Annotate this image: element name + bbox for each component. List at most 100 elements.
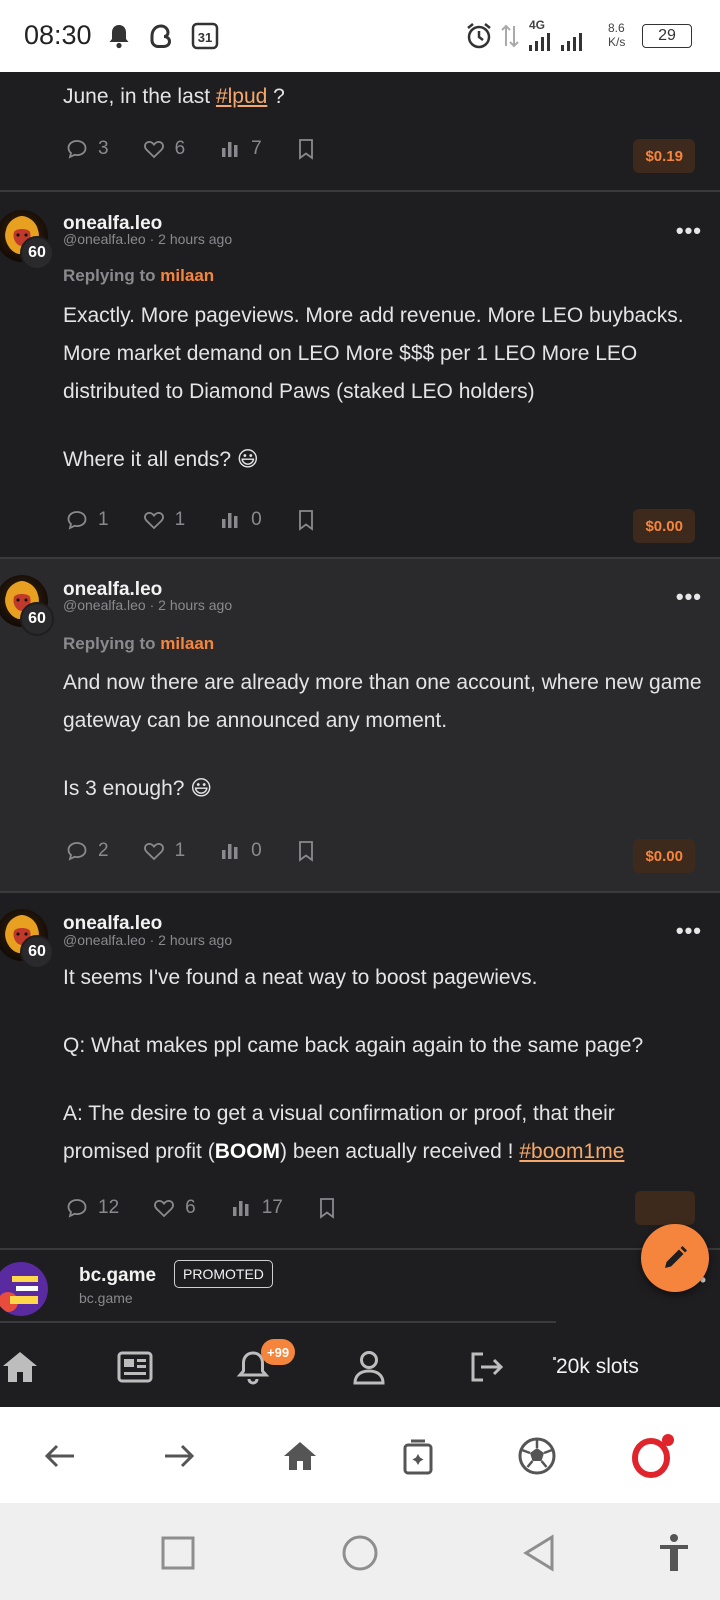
data-transfer-icon (500, 20, 520, 52)
like-button[interactable]: 6 (153, 1197, 196, 1219)
more-options-button[interactable]: ••• (676, 918, 702, 944)
post-actions: 3 6 7 (66, 138, 360, 160)
payout-badge[interactable]: $0.00 (633, 509, 695, 543)
user-handle-time: @onealfa.leo · 2 hours ago (63, 597, 233, 613)
home-icon (3, 1352, 37, 1382)
browser-home-button[interactable] (275, 1431, 325, 1481)
post-card[interactable]: 60 onealfa.leo @onealfa.leo · 2 hours ag… (0, 192, 720, 559)
bookmark-button[interactable] (296, 509, 326, 531)
reputation-badge: 60 (20, 236, 54, 270)
tabs-icon (403, 1439, 433, 1475)
nav-home[interactable] (0, 1345, 42, 1389)
payout-badge[interactable]: $0.19 (633, 139, 695, 173)
post-card[interactable]: June, in the last #lpud ? 3 6 7 $0.19 (0, 72, 720, 192)
heart-icon (143, 511, 164, 530)
recent-apps-button[interactable] (156, 1531, 200, 1575)
bookmark-button[interactable] (296, 840, 326, 862)
browser-football-button[interactable] (512, 1431, 562, 1481)
browser-forward-button[interactable] (154, 1431, 204, 1481)
bookmark-icon (319, 1198, 334, 1219)
signal-strength-icon (527, 26, 597, 58)
promoted-avatar[interactable] (0, 1262, 48, 1316)
payout-badge[interactable] (635, 1191, 695, 1225)
notification-count-badge: +99 (261, 1339, 296, 1365)
nav-news[interactable] (113, 1345, 157, 1389)
hashtag-link[interactable]: #boom1me (519, 1140, 624, 1163)
reputation-badge: 60 (20, 602, 54, 636)
comment-button[interactable]: 3 (66, 138, 109, 160)
views-stat: 0 (219, 840, 262, 862)
battery-icon: 29 (642, 24, 692, 48)
nav-logout[interactable] (465, 1345, 509, 1389)
bookmark-icon (298, 510, 313, 531)
battery-level: 29 (658, 27, 676, 44)
nav-profile[interactable] (347, 1345, 391, 1389)
opera-logo-icon (632, 1434, 674, 1478)
heart-icon (143, 140, 164, 159)
ad-banner-text[interactable]: 20k slots (556, 1355, 639, 1379)
bookmark-icon (298, 139, 313, 160)
views-stat: 17 (230, 1197, 283, 1219)
opera-menu-button[interactable] (628, 1431, 678, 1481)
system-back-button[interactable] (517, 1531, 561, 1575)
comment-button[interactable]: 1 (66, 509, 109, 531)
status-bar: 08:30 31 4G 8.6 K/s 29 (0, 0, 720, 72)
comment-count: 2 (98, 840, 109, 861)
bookmark-button[interactable] (296, 138, 326, 160)
comment-count: 3 (98, 138, 109, 159)
post-body: And now there are already more than one … (63, 671, 702, 800)
replying-to-user-link[interactable]: milaan (160, 634, 214, 653)
alarm-icon (464, 20, 494, 52)
bc-game-logo-icon (0, 1262, 48, 1316)
heart-icon (143, 842, 164, 861)
calendar-icon: 31 (190, 20, 220, 52)
like-count: 1 (174, 840, 186, 861)
system-home-button[interactable] (338, 1531, 382, 1575)
like-button[interactable]: 6 (143, 138, 185, 160)
compose-button[interactable] (641, 1224, 709, 1292)
more-options-button[interactable]: ••• (676, 218, 702, 244)
replying-to: Replying to milaan (63, 266, 215, 285)
bar-chart-icon (222, 844, 238, 859)
reputation-badge: 60 (20, 935, 54, 969)
promoted-label: PROMOTED (174, 1260, 273, 1288)
user-handle-time: @onealfa.leo · 2 hours ago (63, 231, 233, 247)
triangle-back-icon (523, 1534, 554, 1572)
like-button[interactable]: 1 (143, 840, 186, 862)
promoted-name[interactable]: bc.game (79, 1265, 156, 1287)
logout-icon (471, 1352, 504, 1382)
replying-to-user-link[interactable]: milaan (160, 266, 214, 285)
browser-tabs-button[interactable] (393, 1431, 443, 1481)
status-time: 08:30 (24, 20, 92, 50)
arrow-left-icon (44, 1444, 74, 1468)
bookmark-icon (298, 841, 313, 862)
bookmark-button[interactable] (317, 1197, 347, 1219)
hashtag-link[interactable]: #lpud (216, 85, 267, 108)
browser-toolbar (0, 1407, 720, 1503)
feed[interactable]: June, in the last #lpud ? 3 6 7 $0.19 60… (0, 72, 720, 1325)
comment-count: 1 (98, 509, 109, 530)
promoted-post[interactable]: bc.game bc.game PROMOTED ••• (0, 1250, 720, 1325)
view-count: 7 (251, 138, 262, 159)
accessibility-button[interactable] (652, 1531, 696, 1575)
more-options-button[interactable]: ••• (676, 584, 702, 610)
app-bottom-nav: +99 20k slots (0, 1325, 720, 1407)
comment-button[interactable]: 2 (66, 840, 109, 862)
comment-button[interactable]: 12 (66, 1197, 119, 1219)
like-count: 6 (185, 1197, 196, 1218)
square-icon (161, 1536, 195, 1570)
home-icon (284, 1442, 316, 1470)
like-button[interactable]: 1 (143, 509, 185, 531)
pencil-icon (665, 1246, 687, 1268)
browser-back-button[interactable] (35, 1431, 85, 1481)
replying-to: Replying to milaan (63, 634, 215, 653)
divider (0, 1321, 556, 1323)
post-card[interactable]: 60 onealfa.leo @onealfa.leo · 2 hours ag… (0, 893, 720, 1250)
post-card[interactable]: 60 onealfa.leo @onealfa.leo · 2 hours ag… (0, 559, 720, 893)
comment-count: 12 (98, 1197, 120, 1218)
payout-badge[interactable]: $0.00 (633, 839, 695, 873)
heart-icon (154, 1199, 175, 1218)
view-count: 0 (251, 840, 262, 861)
bar-chart-icon (232, 1201, 249, 1216)
network-speed-value: 8.6 (608, 21, 625, 35)
